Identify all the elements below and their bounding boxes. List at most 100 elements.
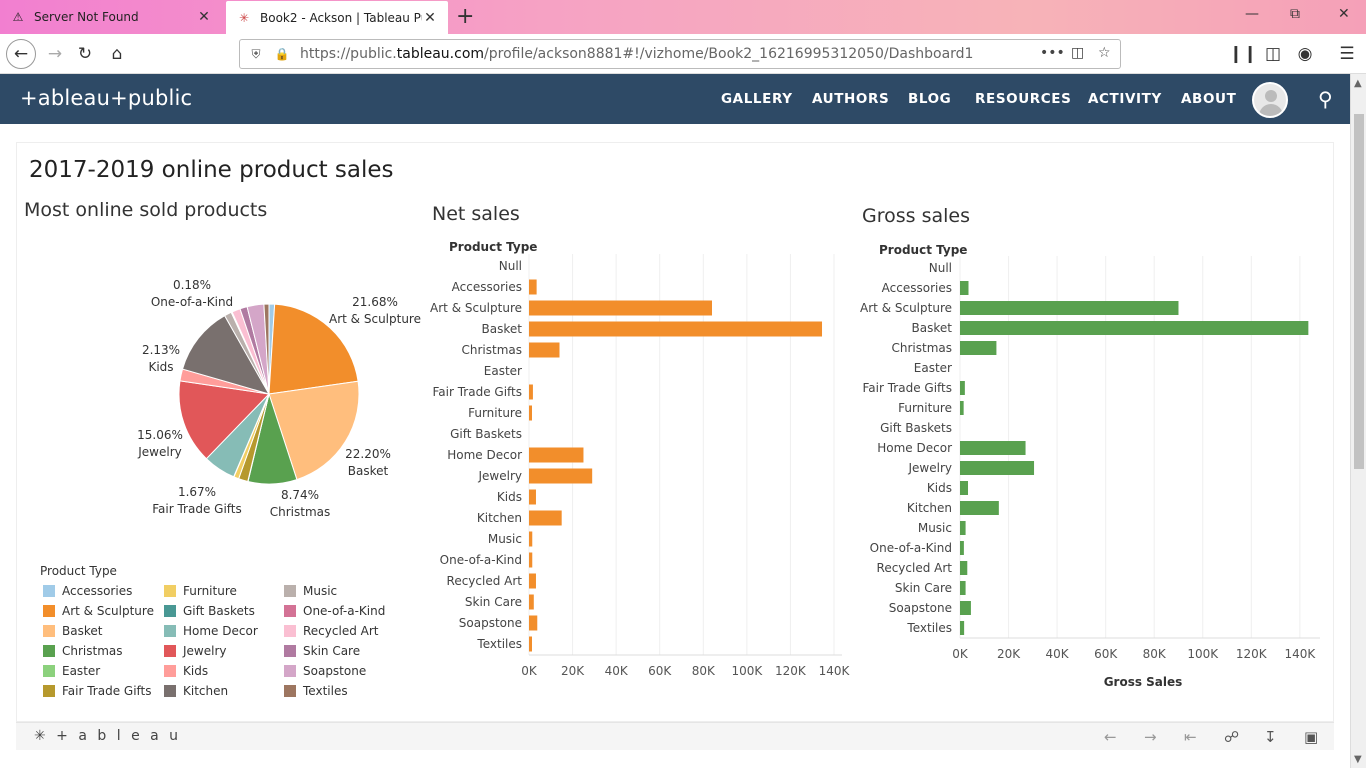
- legend-item-christmas[interactable]: Christmas: [43, 644, 123, 658]
- legend-item-art-sculpture[interactable]: Art & Sculpture: [43, 604, 154, 618]
- bar-one-of-a-kind[interactable]: [529, 552, 533, 568]
- bar-textiles[interactable]: [529, 636, 532, 652]
- bar-recycled-art[interactable]: [529, 573, 536, 589]
- category-label: Home Decor: [877, 441, 952, 455]
- bar-one-of-a-kind[interactable]: [960, 541, 964, 555]
- bar-kitchen[interactable]: [529, 510, 562, 526]
- legend-item-home-decor[interactable]: Home Decor: [164, 624, 258, 638]
- bar-kids[interactable]: [529, 489, 536, 505]
- bar-jewelry[interactable]: [529, 468, 593, 484]
- x-tick-label: 20K: [997, 647, 1021, 661]
- bar-basket[interactable]: [529, 321, 823, 337]
- bar-recycled-art[interactable]: [960, 561, 968, 575]
- pie-label-pct: 8.74%: [281, 488, 319, 502]
- legend-swatch: [284, 645, 296, 657]
- x-tick-label: 100K: [1187, 647, 1219, 661]
- net-sales-chart[interactable]: Product Type Null Accessories Art & Sculptu…: [430, 240, 850, 678]
- bar-soapstone[interactable]: [529, 615, 538, 631]
- bar-christmas[interactable]: [529, 342, 560, 358]
- legend-item-jewelry[interactable]: Jewelry: [164, 644, 227, 658]
- pie-label-pct: 2.13%: [142, 343, 180, 357]
- pie-label-name: Christmas: [270, 505, 331, 519]
- bar-home-decor[interactable]: [960, 441, 1026, 455]
- legend-swatch: [164, 625, 176, 637]
- bar-jewelry[interactable]: [960, 461, 1035, 475]
- category-label: Easter: [914, 361, 952, 375]
- legend-label: Basket: [62, 624, 103, 638]
- download-icon[interactable]: ↧: [1264, 728, 1277, 746]
- bar-soapstone[interactable]: [960, 601, 971, 615]
- bar-kitchen[interactable]: [960, 501, 999, 515]
- bar-furniture[interactable]: [960, 401, 964, 415]
- bar-accessories[interactable]: [960, 281, 969, 295]
- tableau-footer-logo[interactable]: ✳ + a b l e a u: [34, 728, 181, 744]
- category-label: Furniture: [898, 401, 952, 415]
- legend-swatch: [43, 665, 55, 677]
- legend-label: Recycled Art: [303, 624, 379, 638]
- revert-icon[interactable]: ⇤: [1184, 728, 1197, 746]
- legend-item-music[interactable]: Music: [284, 584, 337, 598]
- category-label: Music: [488, 532, 522, 546]
- redo-icon[interactable]: →: [1144, 728, 1157, 746]
- bar-skin-care[interactable]: [529, 594, 534, 610]
- category-label: Basket: [912, 321, 953, 335]
- bar-christmas[interactable]: [960, 341, 997, 355]
- bar-home-decor[interactable]: [529, 447, 584, 463]
- category-label: Recycled Art: [447, 574, 523, 588]
- category-label: Jewelry: [478, 469, 523, 483]
- legend-item-gift-baskets[interactable]: Gift Baskets: [164, 604, 255, 618]
- legend-item-furniture[interactable]: Furniture: [164, 584, 237, 598]
- bar-furniture[interactable]: [529, 405, 532, 421]
- legend-item-recycled-art[interactable]: Recycled Art: [284, 624, 378, 638]
- category-label: Furniture: [468, 406, 522, 420]
- fullscreen-icon[interactable]: ▣: [1304, 728, 1318, 746]
- legend-item-kids[interactable]: Kids: [164, 664, 208, 678]
- legend-item-skin-care[interactable]: Skin Care: [284, 644, 360, 658]
- category-label: Skin Care: [465, 595, 522, 609]
- legend-label: Gift Baskets: [183, 604, 255, 618]
- pie-chart[interactable]: [178, 303, 360, 485]
- legend-item-kitchen[interactable]: Kitchen: [164, 684, 228, 698]
- bar-kids[interactable]: [960, 481, 969, 495]
- bar-fair-trade-gifts[interactable]: [529, 384, 533, 400]
- row-header: Product Type: [879, 243, 967, 257]
- bar-music[interactable]: [529, 531, 533, 547]
- undo-icon[interactable]: ←: [1104, 728, 1117, 746]
- legend-swatch: [164, 605, 176, 617]
- legend-item-accessories[interactable]: Accessories: [43, 584, 132, 598]
- x-tick-label: 80K: [692, 664, 716, 678]
- x-tick-label: 80K: [1143, 647, 1167, 661]
- share-icon[interactable]: ☍: [1224, 728, 1239, 746]
- legend-label: Skin Care: [303, 644, 361, 658]
- category-label: Easter: [484, 364, 522, 378]
- category-label: Soapstone: [889, 601, 952, 615]
- category-label: Kitchen: [477, 511, 522, 525]
- category-label: Home Decor: [447, 448, 522, 462]
- legend-swatch: [284, 605, 296, 617]
- legend-item-basket[interactable]: Basket: [43, 624, 102, 638]
- legend-label: Furniture: [183, 584, 237, 598]
- bar-music[interactable]: [960, 521, 966, 535]
- category-label: Soapstone: [459, 616, 522, 630]
- legend-swatch: [284, 665, 296, 677]
- legend-item-one-of-a-kind[interactable]: One-of-a-Kind: [284, 604, 385, 618]
- pie-label-name: Art & Sculpture: [329, 312, 421, 326]
- category-label: Jewelry: [908, 461, 953, 475]
- bar-art-sculpture[interactable]: [529, 300, 712, 316]
- bar-basket[interactable]: [960, 321, 1309, 335]
- legend-item-fair-trade-gifts[interactable]: Fair Trade Gifts: [43, 684, 152, 698]
- legend-item-textiles[interactable]: Textiles: [284, 684, 348, 698]
- x-tick-label: 120K: [1236, 647, 1268, 661]
- legend-swatch: [43, 645, 55, 657]
- bar-textiles[interactable]: [960, 621, 965, 635]
- bar-skin-care[interactable]: [960, 581, 966, 595]
- bar-accessories[interactable]: [529, 279, 537, 295]
- legend-label: Easter: [62, 664, 101, 678]
- bar-art-sculpture[interactable]: [960, 301, 1179, 315]
- gross-sales-chart[interactable]: Product Type Null Accessories Art & Sculptu…: [860, 243, 1320, 689]
- legend-swatch: [164, 585, 176, 597]
- legend-item-soapstone[interactable]: Soapstone: [284, 664, 366, 678]
- bar-fair-trade-gifts[interactable]: [960, 381, 965, 395]
- legend-item-easter[interactable]: Easter: [43, 664, 100, 678]
- category-label: Textiles: [906, 621, 952, 635]
